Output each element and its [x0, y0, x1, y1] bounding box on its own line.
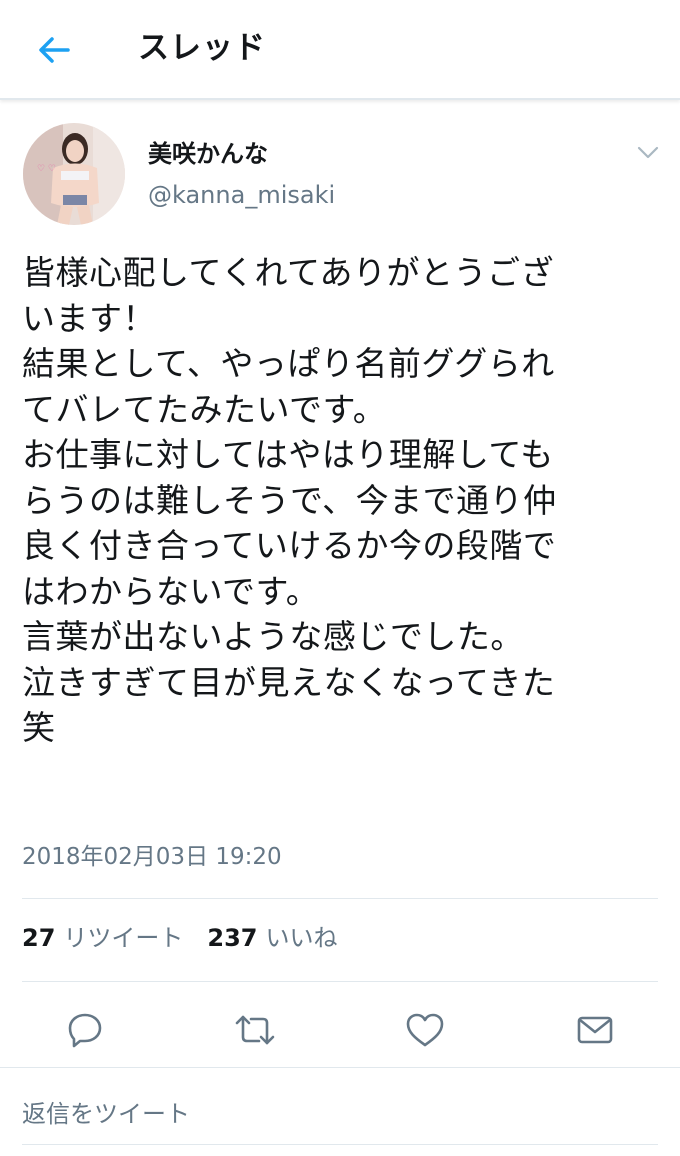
avatar[interactable]: ♡ ♡ [23, 123, 125, 225]
tweet-text-line: らうのは難しそうで、今まで通り仲 [22, 480, 557, 520]
svg-text:♡ ♡: ♡ ♡ [37, 164, 56, 174]
reply-button[interactable] [61, 1006, 109, 1054]
tweet-timestamp[interactable]: 2018年02月03日 19:20 [22, 840, 282, 874]
tweet-text-line: お仕事に対してはやはり理解しても [22, 435, 554, 474]
like-stat[interactable]: 237 いいね [207, 924, 337, 952]
retweet-label: リツイート [63, 924, 184, 952]
display-name[interactable]: 美咲かんな [148, 137, 268, 171]
envelope-icon [577, 1016, 613, 1044]
more-options-button[interactable] [633, 138, 663, 168]
tweet-text-line: はわからないです。 [22, 571, 320, 611]
divider [22, 1144, 658, 1145]
tweet-text-line: てバレてたみたいです。 [22, 389, 387, 429]
like-label: いいね [265, 924, 338, 952]
page-title: スレッド [138, 30, 266, 66]
tweet-text-line: 結果として、やっぱり名前ググられ [22, 344, 555, 383]
divider [22, 981, 658, 982]
retweet-button[interactable] [231, 1006, 279, 1054]
top-bar: スレッド [0, 0, 680, 100]
tweet-text-line: 皆様心配してくれてありがとうござ [22, 253, 555, 292]
avatar-image: ♡ ♡ [23, 123, 125, 225]
tweet-text-line: 泣きすぎて目が見えなくなってきた [22, 662, 556, 702]
tweet-text-line: います！ [22, 298, 156, 338]
like-count: 237 [207, 924, 258, 952]
tweet-text-line: 言葉が出ないような感じでした。 [22, 617, 524, 656]
heart-icon [406, 1013, 444, 1047]
direct-message-button[interactable] [571, 1006, 619, 1054]
reply-icon [68, 1013, 102, 1048]
arrow-left-icon [39, 37, 70, 63]
tweet-stats: 27 リツイート 237 いいね [22, 920, 338, 956]
tweet-text: 皆様心配してくれてありがとうござ います！ 結果として、やっぱり名前ググられ て… [22, 250, 662, 751]
retweet-count: 27 [22, 924, 56, 952]
tweet-text-line: 笑 [22, 708, 56, 747]
back-button[interactable] [30, 26, 78, 74]
user-handle[interactable]: @kanna_misaki [148, 178, 335, 212]
reply-input[interactable]: 返信をツイート [22, 1092, 642, 1136]
retweet-icon [235, 1015, 275, 1045]
chevron-down-icon [637, 146, 659, 159]
like-button[interactable] [401, 1006, 449, 1054]
divider [22, 898, 658, 899]
divider [0, 1067, 680, 1068]
retweet-stat[interactable]: 27 リツイート [22, 924, 183, 952]
tweet-text-line: 良く付き合っていけるか今の段階で [22, 526, 557, 565]
